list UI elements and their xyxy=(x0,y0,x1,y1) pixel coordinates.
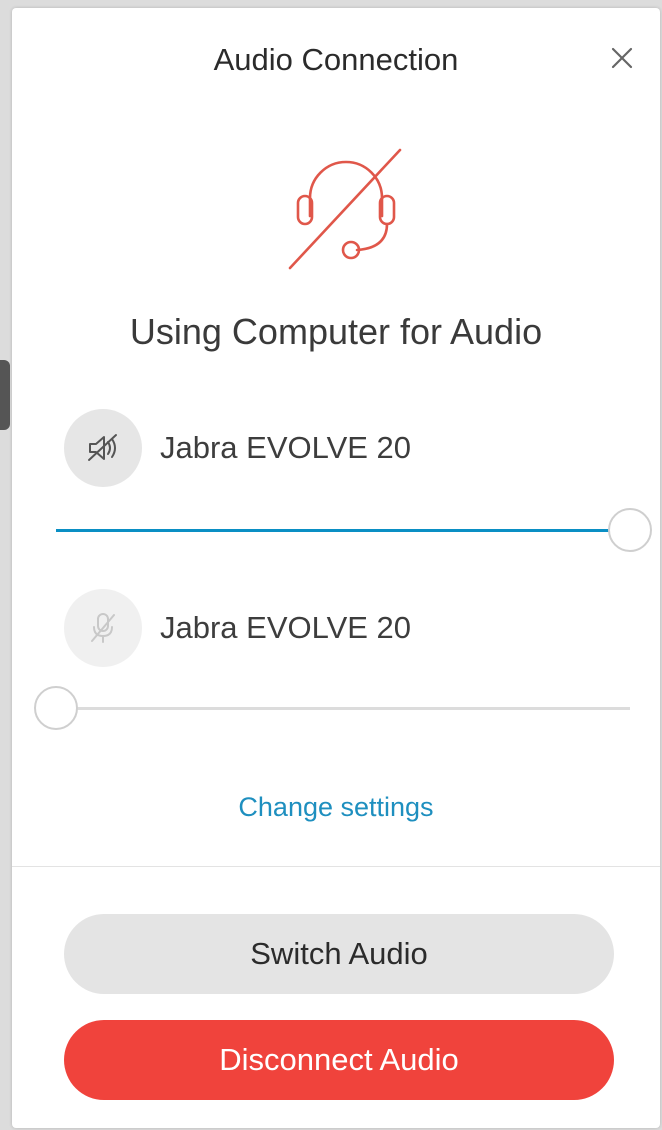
slider-track xyxy=(56,707,630,710)
speaker-device-name: Jabra EVOLVE 20 xyxy=(160,430,412,465)
close-icon xyxy=(611,47,633,69)
microphone-mute-button[interactable] xyxy=(64,589,142,667)
divider xyxy=(12,866,660,867)
close-button[interactable] xyxy=(608,44,636,72)
slider-thumb[interactable] xyxy=(34,686,78,730)
slider-thumb[interactable] xyxy=(608,508,652,552)
microphone-device-name: Jabra EVOLVE 20 xyxy=(160,610,412,645)
change-settings-link[interactable]: Change settings xyxy=(12,792,660,823)
background-edge xyxy=(0,360,10,430)
microphone-row: Jabra EVOLVE 20 xyxy=(64,588,411,668)
speaker-muted-icon xyxy=(88,434,117,461)
audio-connection-dialog: Audio Connection Using Computer for Audi… xyxy=(12,8,660,1128)
speaker-mute-button[interactable] xyxy=(64,409,142,487)
disconnect-audio-button[interactable]: Disconnect Audio xyxy=(64,1020,614,1100)
headset-off-icon xyxy=(288,148,402,270)
audio-status-text: Using Computer for Audio xyxy=(129,311,543,352)
microphone-muted-icon xyxy=(91,613,115,643)
switch-audio-button[interactable]: Switch Audio xyxy=(64,914,614,994)
speaker-row: Jabra EVOLVE 20 xyxy=(64,408,411,488)
speaker-volume-slider[interactable] xyxy=(56,506,652,556)
dialog-title: Audio Connection xyxy=(213,42,459,77)
slider-fill xyxy=(56,529,630,532)
microphone-volume-slider[interactable] xyxy=(34,684,630,734)
